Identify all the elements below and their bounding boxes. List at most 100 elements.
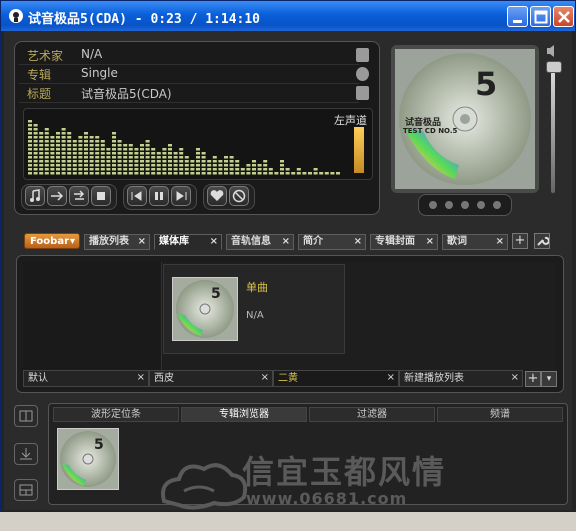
main-tab-2[interactable]: 媒体库 × xyxy=(154,234,222,250)
layout-button-2[interactable] xyxy=(14,443,38,465)
pause-button[interactable] xyxy=(149,186,169,206)
close-tab-icon[interactable]: × xyxy=(496,235,504,249)
playlist-tab-3[interactable]: 二黄 × xyxy=(273,370,399,387)
playlist-menu-button[interactable]: ▾ xyxy=(541,371,557,387)
spectrum-bar xyxy=(212,168,217,171)
spectrum-bar xyxy=(67,156,72,159)
add-tab-button[interactable]: + xyxy=(512,233,528,249)
view-dot-5[interactable] xyxy=(493,201,501,209)
main-tab-4[interactable]: 简介 × xyxy=(298,234,366,250)
spectrum-bar xyxy=(123,152,128,155)
spectrum-bar xyxy=(207,172,212,175)
spectrum-bar xyxy=(268,172,273,175)
main-tab-6[interactable]: 歌词 × xyxy=(442,234,508,250)
playlist-tab-2[interactable]: 西皮 × xyxy=(149,370,273,387)
album-list[interactable]: 5 单曲 N/A xyxy=(163,262,555,372)
spectrum-bar xyxy=(28,172,32,175)
spectrum-bar xyxy=(106,160,111,163)
close-tab-icon[interactable]: × xyxy=(426,235,434,249)
spectrum-bar xyxy=(56,148,60,151)
spectrum-bar xyxy=(39,132,44,135)
foobar-menu-button[interactable]: Foobar ▾ xyxy=(24,233,80,249)
spectrum-bar xyxy=(100,156,105,159)
close-playlist-icon[interactable]: × xyxy=(137,370,145,386)
main-tab-1[interactable]: 播放列表 × xyxy=(84,234,150,250)
spectrum-bar xyxy=(179,148,184,151)
love-button[interactable] xyxy=(207,186,227,206)
maximize-button[interactable] xyxy=(530,6,551,27)
view-dot-3[interactable] xyxy=(461,201,469,209)
view-dot-1[interactable] xyxy=(429,201,437,209)
file-info-icon[interactable] xyxy=(356,48,369,62)
spectrum-bar xyxy=(123,148,128,151)
layout-button-1[interactable] xyxy=(14,405,38,427)
library-tree[interactable] xyxy=(23,262,162,372)
spectrum-bar xyxy=(190,172,195,175)
album-item[interactable]: 5 单曲 N/A xyxy=(163,264,345,354)
music-note-button[interactable] xyxy=(25,186,45,206)
close-button[interactable] xyxy=(553,6,574,27)
previous-button[interactable] xyxy=(127,186,147,206)
spectrum-bar xyxy=(196,156,200,159)
view-dot-2[interactable] xyxy=(445,201,453,209)
close-tab-icon[interactable]: × xyxy=(138,235,146,249)
bottom-tab-1[interactable]: 波形定位条 xyxy=(53,407,179,422)
spectrum-bar xyxy=(44,140,49,143)
spectrum-bar xyxy=(44,156,49,159)
spectrum-bar xyxy=(123,164,128,167)
next-button[interactable] xyxy=(171,186,191,206)
spectrum-bar xyxy=(95,156,100,159)
title-bar[interactable]: 试音极品5(CDA) - 0:23 / 1:14:10 xyxy=(1,1,575,31)
spectrum-bar xyxy=(56,160,60,163)
spectrum-bar xyxy=(162,172,167,175)
heart-icon xyxy=(210,190,224,201)
spectrum-bar xyxy=(89,152,94,155)
spectrum-bar xyxy=(134,160,139,163)
ban-button[interactable] xyxy=(229,186,249,206)
close-tab-icon[interactable]: × xyxy=(354,235,362,249)
repeat-button[interactable] xyxy=(69,186,89,206)
wrench-button[interactable] xyxy=(534,233,550,249)
title-label: 标题 xyxy=(27,87,52,101)
spectrum-bar xyxy=(61,144,66,147)
playlist-tab-4[interactable]: 新建播放列表 × xyxy=(399,370,523,387)
spectrum-bar xyxy=(151,168,156,171)
spectrum-bar xyxy=(179,152,184,155)
layout-button-3[interactable] xyxy=(14,479,38,501)
spectrum-bar xyxy=(128,144,133,147)
close-playlist-icon[interactable]: × xyxy=(511,370,519,386)
spectrum-bar xyxy=(106,156,111,159)
main-tab-5[interactable]: 专辑封面 × xyxy=(370,234,438,250)
stop-button[interactable] xyxy=(91,186,111,206)
close-tab-icon[interactable]: × xyxy=(282,235,290,249)
close-playlist-icon[interactable]: × xyxy=(387,370,395,386)
spectrum-bar xyxy=(56,152,60,155)
spectrum-bar xyxy=(44,132,49,135)
close-playlist-icon[interactable]: × xyxy=(261,370,269,386)
spectrum-bar xyxy=(296,168,301,171)
spectrum-bar xyxy=(235,164,240,167)
volume-track[interactable] xyxy=(551,69,555,193)
spectrum-bar xyxy=(179,156,184,159)
minimize-button[interactable] xyxy=(507,6,528,27)
close-tab-icon[interactable]: × xyxy=(210,235,218,249)
view-dot-4[interactable] xyxy=(477,201,485,209)
list-icon[interactable] xyxy=(356,86,369,100)
spectrum-bar xyxy=(33,148,38,151)
spectrum-bar xyxy=(151,160,156,163)
volume-slider[interactable] xyxy=(542,43,564,203)
volume-knob[interactable] xyxy=(546,61,562,73)
bottom-tab-4[interactable]: 频谱 xyxy=(437,407,563,422)
spectrum-bar xyxy=(196,164,200,167)
playlist-tab-1[interactable]: 默认 × xyxy=(23,370,149,387)
spectrum-bar xyxy=(112,160,116,163)
settings-icon[interactable] xyxy=(356,67,369,81)
spectrum-bar xyxy=(50,164,55,167)
album-browser-thumbnail[interactable]: 5 xyxy=(57,428,119,490)
add-playlist-button[interactable]: + xyxy=(525,371,541,387)
play-order-button[interactable] xyxy=(47,186,67,206)
spectrum-bar xyxy=(218,160,223,163)
bottom-tab-3[interactable]: 过滤器 xyxy=(309,407,435,422)
main-tab-3[interactable]: 音轨信息 × xyxy=(226,234,294,250)
bottom-tab-2[interactable]: 专辑浏览器 xyxy=(181,407,307,422)
